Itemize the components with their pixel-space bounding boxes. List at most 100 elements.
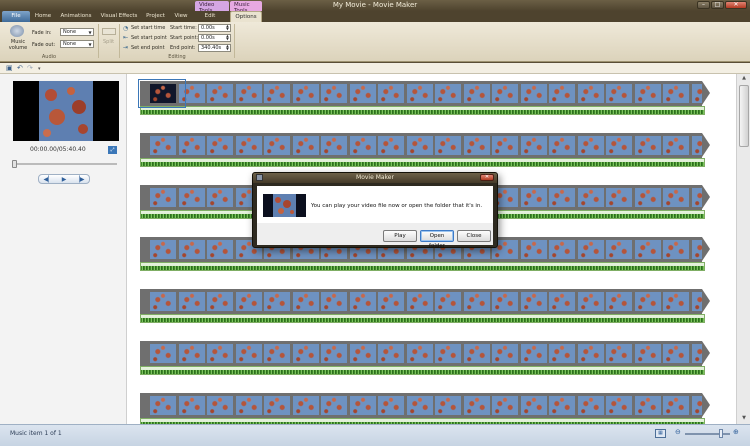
quick-access-toolbar: ▣ ↶ ↷ ▾	[0, 63, 750, 74]
status-text: Music item 1 of 1	[10, 430, 62, 437]
tab-edit[interactable]: Edit	[198, 11, 222, 22]
undo-icon[interactable]: ↶	[17, 64, 23, 72]
zoom-slider-thumb[interactable]	[719, 429, 723, 438]
preview-monitor[interactable]	[13, 81, 119, 141]
clip-thumbnail	[577, 84, 604, 103]
vertical-scrollbar[interactable]: ▲ ▼	[736, 74, 750, 424]
scroll-thumb[interactable]	[739, 85, 749, 147]
speaker-icon[interactable]	[10, 25, 24, 37]
clip-thumbnail	[520, 240, 547, 259]
clip-thumbnail	[178, 344, 205, 363]
video-clip-strip[interactable]	[140, 81, 702, 106]
customize-toolbar-icon[interactable]: ▾	[38, 66, 41, 72]
maximize-button[interactable]: □	[711, 1, 724, 9]
video-clip-strip[interactable]	[140, 341, 702, 366]
zoom-in-icon[interactable]: ⊕	[733, 428, 739, 436]
play-icon[interactable]: ▶	[62, 176, 67, 183]
clip-thumbnail	[178, 292, 205, 311]
clip-thumbnail	[235, 396, 262, 415]
music-track[interactable]	[140, 106, 705, 115]
clip-thumbnail	[264, 396, 290, 415]
close-dialog-button[interactable]: Close	[457, 230, 491, 242]
dialog-close-icon[interactable]: ✕	[480, 174, 494, 181]
clip-thumbnail	[663, 396, 689, 415]
tab-options[interactable]: Options	[230, 11, 262, 22]
zoom-slider[interactable]	[685, 433, 730, 435]
clip-thumbnail	[663, 84, 689, 103]
play-button[interactable]: Play	[383, 230, 417, 242]
end-point-stepper[interactable]: 340.40s ▲ ▼	[198, 44, 231, 52]
video-clip-strip[interactable]	[140, 393, 702, 418]
clip-thumbnail	[691, 344, 702, 363]
storyboard-row[interactable]	[140, 133, 710, 168]
stepper-arrows-icon[interactable]: ▲ ▼	[225, 34, 230, 41]
clip-thumbnail	[207, 188, 233, 207]
storyboard-row[interactable]	[140, 341, 710, 376]
minimize-button[interactable]: –	[697, 1, 710, 9]
dialog-footer: Play Open folder Close	[257, 223, 493, 249]
audio-waveform	[141, 110, 704, 114]
seek-bar[interactable]	[12, 163, 117, 165]
audio-waveform	[141, 318, 704, 322]
start-time-stepper[interactable]: 0.00s ▲ ▼	[198, 24, 231, 32]
zoom-out-icon[interactable]: ⊖	[675, 428, 681, 436]
storyboard-row[interactable]	[140, 393, 710, 424]
set-start-time-button[interactable]: Set start time	[131, 25, 165, 31]
video-clip-strip[interactable]	[140, 133, 702, 158]
clip-thumbnail	[577, 344, 604, 363]
tab-file[interactable]: File	[2, 11, 30, 22]
tab-home[interactable]: Home	[32, 11, 54, 22]
split-label: Split	[103, 39, 115, 45]
fade-in-dropdown[interactable]: None ▼	[60, 28, 94, 36]
music-track[interactable]	[140, 366, 705, 375]
save-icon[interactable]: ▣	[6, 64, 13, 72]
fullscreen-icon[interactable]: ⤢	[108, 146, 117, 154]
tab-project[interactable]: Project	[143, 11, 168, 22]
clip-thumbnail	[463, 84, 490, 103]
tab-animations[interactable]: Animations	[58, 11, 94, 22]
close-button[interactable]: ✕	[725, 1, 747, 9]
storyboard-row[interactable]	[140, 289, 710, 324]
clip-thumbnail	[634, 136, 661, 155]
audio-group-label: Audio	[41, 54, 57, 60]
storyboard-row[interactable]	[138, 79, 710, 116]
fade-out-dropdown[interactable]: None ▼	[60, 40, 94, 48]
previous-frame-icon[interactable]: ◀▏	[43, 176, 52, 183]
seek-thumb[interactable]	[12, 160, 17, 168]
set-end-point-button[interactable]: Set end point	[131, 45, 165, 51]
redo-icon[interactable]: ↷	[27, 64, 33, 72]
scroll-up-icon[interactable]: ▲	[739, 75, 749, 83]
tab-view[interactable]: View	[170, 11, 192, 22]
set-start-point-button[interactable]: Set start point	[131, 35, 167, 41]
clip-thumbnail	[235, 84, 262, 103]
clip-thumbnail	[292, 84, 319, 103]
ribbon-tab-row: File Home Animations Visual Effects Proj…	[0, 11, 750, 22]
clip-thumbnail	[435, 136, 461, 155]
clip-thumbnail	[406, 292, 433, 311]
audio-waveform	[141, 266, 704, 270]
open-folder-button[interactable]: Open folder	[420, 230, 454, 249]
storyboard-view-icon[interactable]: ▦	[655, 429, 666, 438]
stepper-arrows-icon[interactable]: ▲ ▼	[225, 44, 230, 51]
clip-thumbnail	[435, 344, 461, 363]
playhead-selection	[138, 79, 186, 108]
clip-thumbnail	[406, 396, 433, 415]
clip-thumbnail	[663, 292, 689, 311]
clip-thumbnail	[349, 344, 376, 363]
clip-thumbnail	[378, 292, 404, 311]
video-clip-strip[interactable]	[140, 289, 702, 314]
music-track[interactable]	[140, 158, 705, 167]
music-track[interactable]	[140, 262, 705, 271]
music-track[interactable]	[140, 314, 705, 323]
clip-thumbnail	[150, 240, 176, 259]
clip-thumbnail	[577, 188, 604, 207]
music-volume-label[interactable]: Music volume	[7, 39, 29, 51]
clip-thumbnail	[207, 292, 233, 311]
thumbnail-image	[263, 194, 306, 217]
stepper-arrows-icon[interactable]: ▲ ▼	[225, 24, 230, 31]
tab-visual-effects[interactable]: Visual Effects	[97, 11, 141, 22]
start-point-stepper[interactable]: 0.00s ▲ ▼	[198, 34, 231, 42]
scroll-down-icon[interactable]: ▼	[739, 415, 749, 423]
next-frame-icon[interactable]: ▕▶	[75, 176, 84, 183]
clip-thumbnail	[634, 396, 661, 415]
